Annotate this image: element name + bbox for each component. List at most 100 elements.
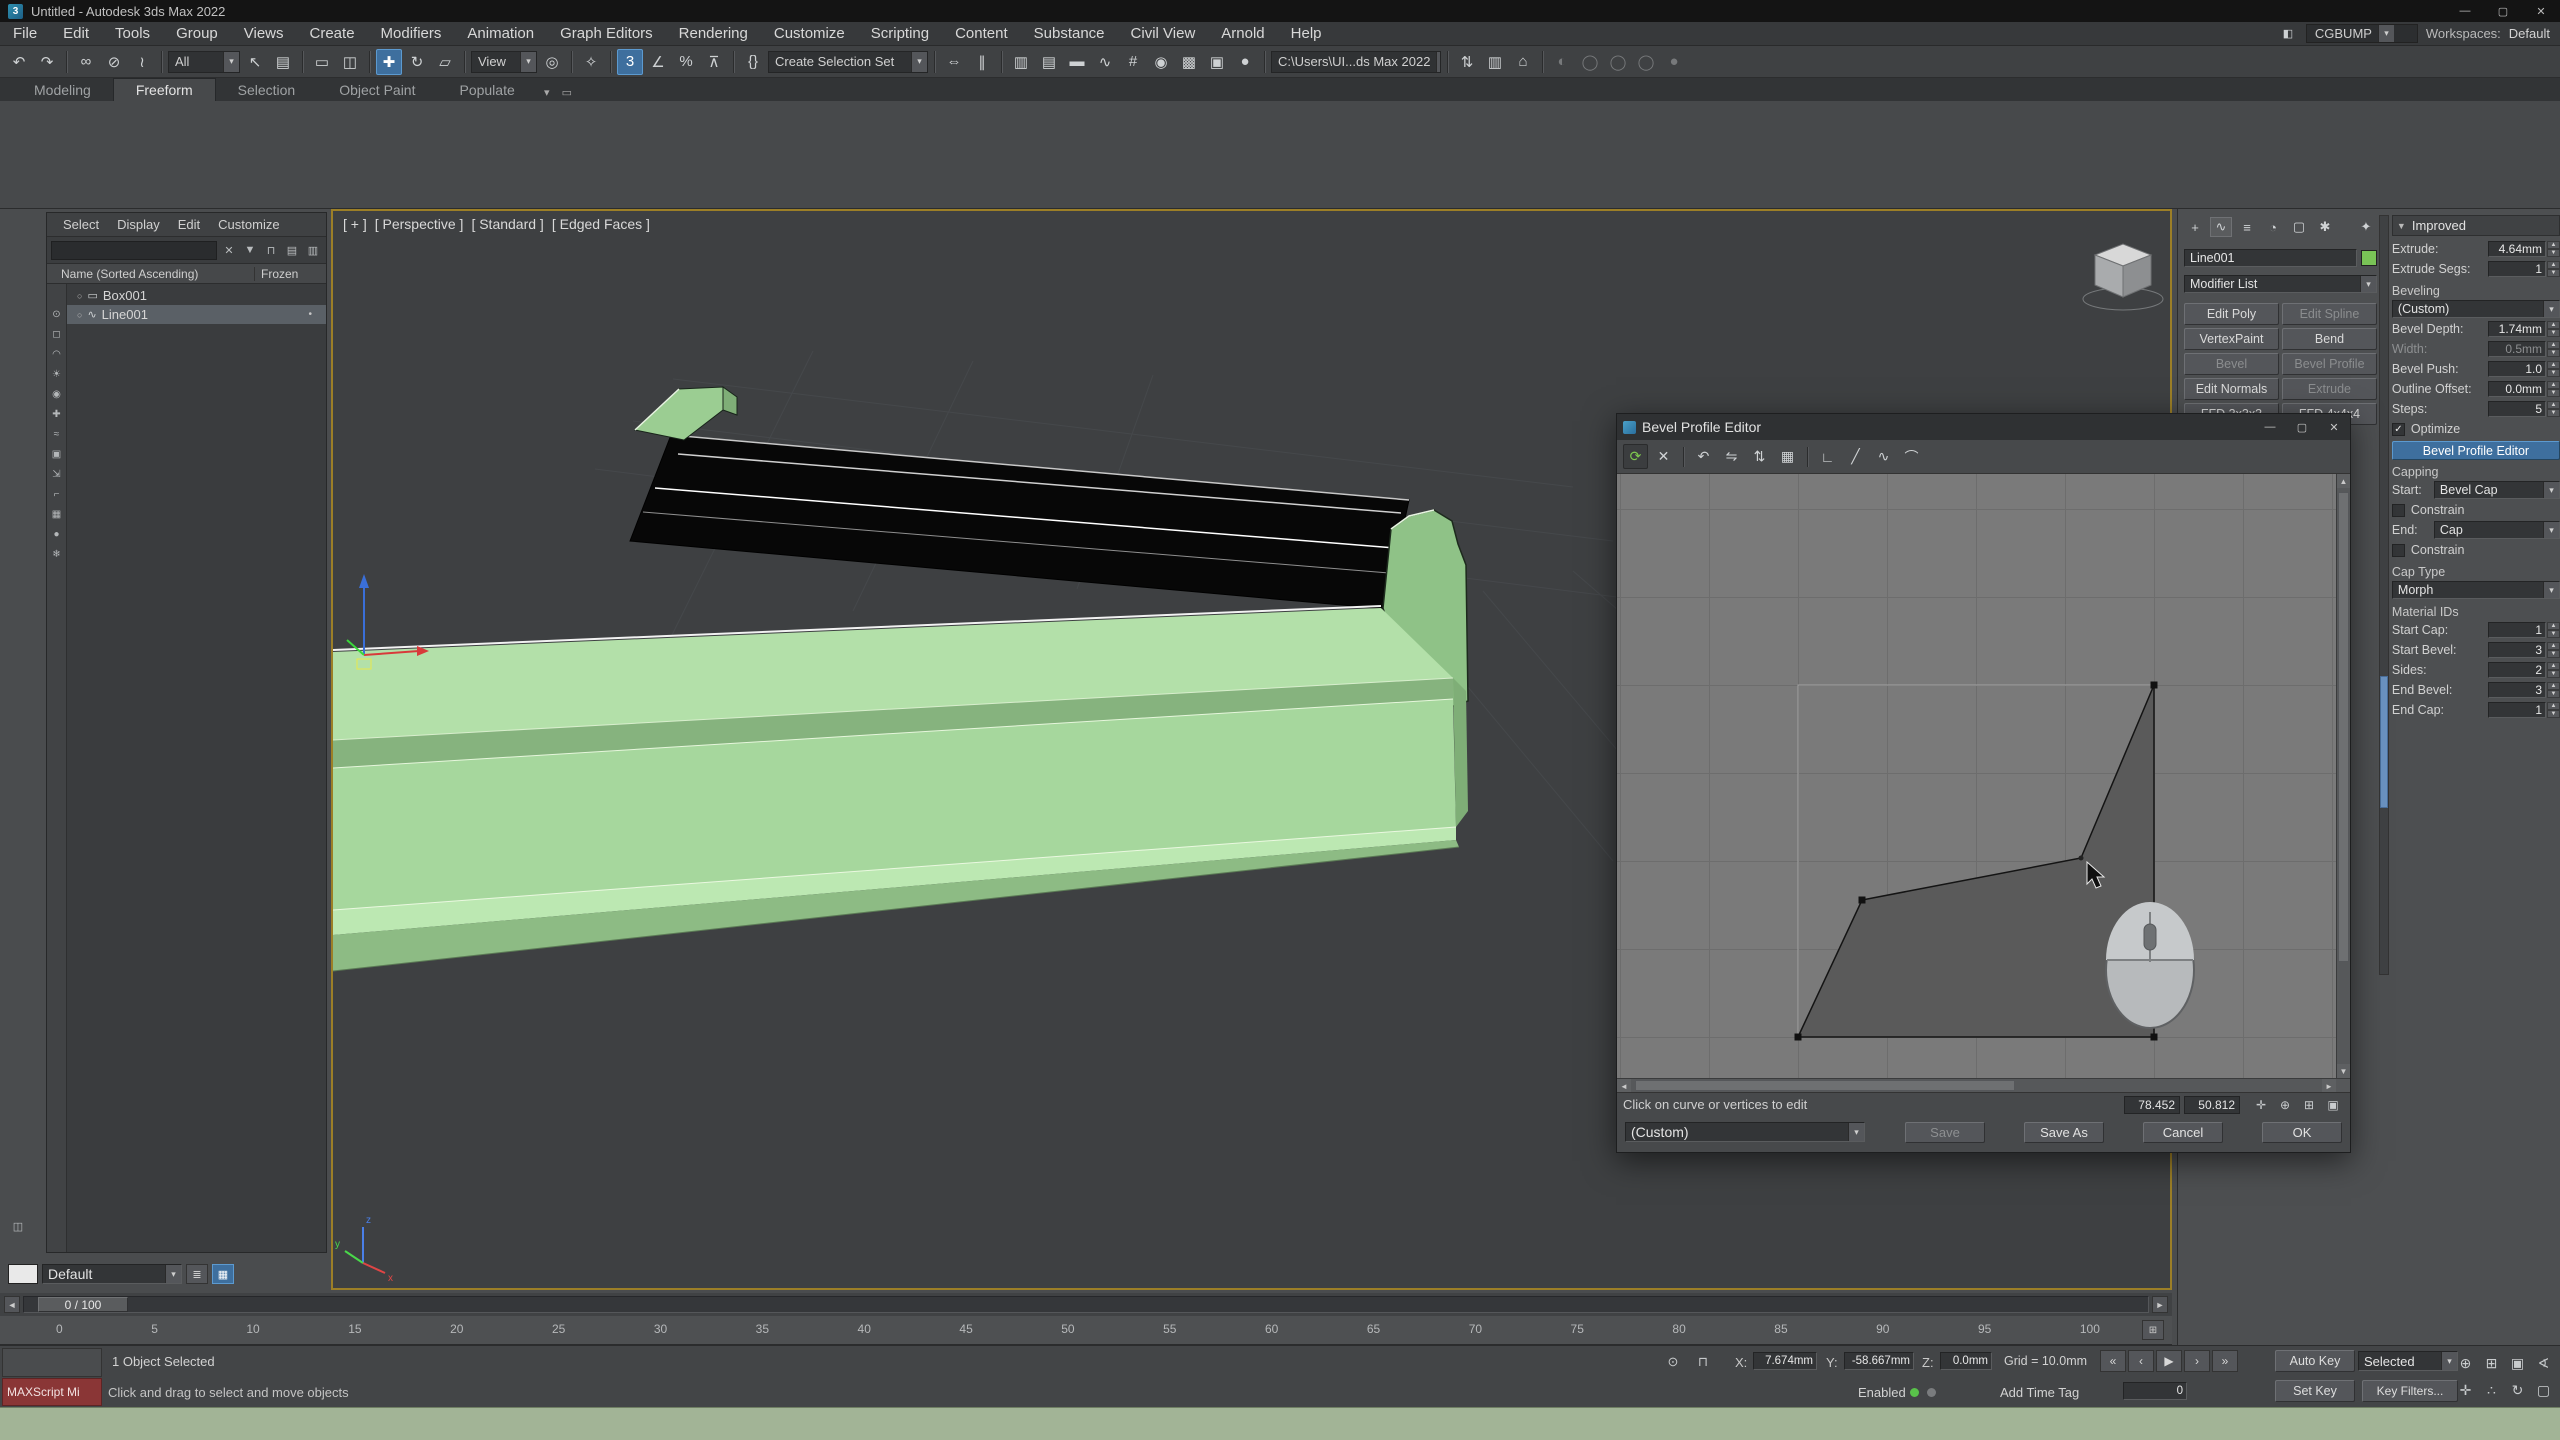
select-object-icon[interactable]: ↖ xyxy=(242,49,268,75)
explorer-menu-display[interactable]: Display xyxy=(109,217,168,232)
canvas-vscrollbar[interactable]: ▲ ▼ xyxy=(2336,474,2350,1078)
param-spinner[interactable]: ▲▼ xyxy=(2547,341,2560,357)
spinner-up-icon[interactable]: ▲ xyxy=(2547,682,2560,690)
ok-button[interactable]: OK xyxy=(2262,1122,2342,1143)
modifier-button-edit-spline[interactable]: Edit Spline xyxy=(2282,303,2377,325)
ribbon-tab-selection[interactable]: Selection xyxy=(216,79,318,101)
menu-modifiers[interactable]: Modifiers xyxy=(368,22,455,45)
bevel-profile-shape[interactable] xyxy=(1798,685,2154,1037)
isolate-selection-icon[interactable]: ⊙ xyxy=(1662,1351,1684,1373)
profile-vertex-handle[interactable] xyxy=(2151,1034,2158,1041)
time-slider-track[interactable]: 0 / 100 xyxy=(23,1296,2149,1313)
command-panel-scrollbar[interactable] xyxy=(2379,215,2389,975)
se-shapes-icon[interactable]: ◠ xyxy=(49,346,65,362)
checkbox-constrain[interactable] xyxy=(2392,544,2405,557)
filter-funnel-icon[interactable]: ▼ xyxy=(241,241,259,259)
lock-icon[interactable]: ⊓ xyxy=(262,241,280,259)
menu-scripting[interactable]: Scripting xyxy=(858,22,942,45)
default-combo[interactable]: Default ▾ xyxy=(42,1264,182,1284)
ribbon-tab-populate[interactable]: Populate xyxy=(437,79,536,101)
explorer-column-headers[interactable]: Name (Sorted Ascending) Frozen xyxy=(47,264,326,284)
render-setup-icon[interactable]: ▩ xyxy=(1176,49,1202,75)
menu-edit[interactable]: Edit xyxy=(50,22,102,45)
viewport-layout-icon[interactable]: ◫ xyxy=(10,1218,26,1234)
toggle-layer-explorer-icon[interactable]: ▤ xyxy=(1036,49,1062,75)
add-time-tag[interactable]: Add Time Tag xyxy=(2000,1385,2079,1400)
mirror-horizontal-icon[interactable]: ⇋ xyxy=(1719,444,1744,469)
project-folder-combo[interactable]: C:\Users\UI...ds Max 2022▾ xyxy=(1271,51,1441,73)
schematic-view-icon[interactable]: # xyxy=(1120,49,1146,75)
ribbon-config-icon[interactable]: ▭ xyxy=(557,83,577,101)
redo-icon[interactable]: ↷ xyxy=(34,49,60,75)
sort-icon[interactable]: ▤ xyxy=(283,241,301,259)
se-spacewarps-icon[interactable]: ≈ xyxy=(49,426,65,442)
asset-tracking-icon[interactable]: ⇅ xyxy=(1454,49,1480,75)
modifier-button-edit-poly[interactable]: Edit Poly xyxy=(2184,303,2279,325)
list-item[interactable]: ○∿Line001• xyxy=(67,305,326,324)
scroll-left-icon[interactable]: ◄ xyxy=(1617,1079,1631,1093)
menu-create[interactable]: Create xyxy=(297,22,368,45)
z-coordinate-field[interactable]: 0.0mm xyxy=(1940,1352,1992,1370)
param-spinner[interactable]: ▲▼ xyxy=(2547,682,2560,698)
trackbar-options-icon[interactable]: ⊞ xyxy=(2142,1320,2164,1340)
dialog-close-button[interactable]: ✕ xyxy=(2318,414,2350,440)
mirror-vertical-icon[interactable]: ⇅ xyxy=(1747,444,1772,469)
zoom-icon[interactable]: ⊕ xyxy=(2453,1350,2478,1376)
scrollbar-thumb[interactable] xyxy=(2380,676,2388,808)
visibility-dot-icon[interactable]: ○ xyxy=(77,310,82,320)
render-production-icon[interactable]: ● xyxy=(1232,49,1258,75)
param-spinner[interactable]: ▲▼ xyxy=(2547,261,2560,277)
profile-vertex-handle[interactable] xyxy=(1859,897,1866,904)
viewport-style-label[interactable]: [ Edged Faces ] xyxy=(552,216,650,232)
material-preview-1-icon[interactable]: ◯ xyxy=(1577,49,1603,75)
menu-group[interactable]: Group xyxy=(163,22,231,45)
dialog-titlebar[interactable]: Bevel Profile Editor — ▢ ✕ xyxy=(1617,414,2350,440)
cancel-button[interactable]: Cancel xyxy=(2143,1122,2223,1143)
material-preview-2-icon[interactable]: ◯ xyxy=(1605,49,1631,75)
menu-content[interactable]: Content xyxy=(942,22,1021,45)
param-value-field[interactable]: 1 xyxy=(2488,622,2546,638)
menu-substance[interactable]: Substance xyxy=(1021,22,1118,45)
corner-point-icon[interactable]: ∟ xyxy=(1815,444,1840,469)
manage-scene-icon[interactable]: ⌂ xyxy=(1510,49,1536,75)
param-value-field[interactable]: 3 xyxy=(2488,682,2546,698)
se-display-all-icon[interactable]: ⊙ xyxy=(49,306,65,322)
ribbon-tab-object-paint[interactable]: Object Paint xyxy=(317,79,437,101)
maximize-button[interactable]: ▢ xyxy=(2484,0,2522,22)
param-value-field[interactable]: 4.64mm xyxy=(2488,241,2546,257)
param-spinner[interactable]: ▲▼ xyxy=(2547,642,2560,658)
select-and-move-icon[interactable]: ✚ xyxy=(376,49,402,75)
ribbon-tab-modeling[interactable]: Modeling xyxy=(12,79,113,101)
toggle-ribbon-icon[interactable]: ▬ xyxy=(1064,49,1090,75)
zoom-extents-icon[interactable]: ▣ xyxy=(2505,1350,2530,1376)
spinner-up-icon[interactable]: ▲ xyxy=(2547,662,2560,670)
color-swatch[interactable] xyxy=(8,1264,38,1284)
param-spinner[interactable]: ▲▼ xyxy=(2547,401,2560,417)
orbit-icon[interactable]: ↻ xyxy=(2505,1377,2530,1403)
param-combo-morph[interactable]: Morph▾ xyxy=(2392,581,2560,599)
menu-customize[interactable]: Customize xyxy=(761,22,858,45)
object-name-field[interactable]: Line001 xyxy=(2184,249,2357,267)
viewcube[interactable] xyxy=(2083,244,2163,310)
time-slider-handle[interactable]: 0 / 100 xyxy=(38,1297,128,1312)
ribbon-collapse-icon[interactable]: ▾ xyxy=(537,83,557,101)
dialog-zoom-icon[interactable]: ⊕ xyxy=(2274,1095,2296,1115)
vscroll-thumb[interactable] xyxy=(2338,492,2349,962)
param-spinner[interactable]: ▲▼ xyxy=(2547,361,2560,377)
checkbox-optimize[interactable]: ✓ xyxy=(2392,423,2405,436)
line-segment-icon[interactable]: ╱ xyxy=(1843,444,1868,469)
key-filters-button[interactable]: Key Filters... xyxy=(2362,1380,2458,1402)
dialog-zoom-region-icon[interactable]: ⊞ xyxy=(2298,1095,2320,1115)
se-xrefs-icon[interactable]: ⇲ xyxy=(49,466,65,482)
spinner-down-icon[interactable]: ▼ xyxy=(2547,349,2560,357)
se-containers-icon[interactable]: ▦ xyxy=(49,506,65,522)
spinner-down-icon[interactable]: ▼ xyxy=(2547,650,2560,658)
modifier-button-bevel[interactable]: Bevel xyxy=(2184,353,2279,375)
save-button[interactable]: Save xyxy=(1905,1122,1985,1143)
menu-views[interactable]: Views xyxy=(231,22,297,45)
undo-profile-icon[interactable]: ↶ xyxy=(1691,444,1716,469)
material-preview-4-icon[interactable]: ● xyxy=(1661,49,1687,75)
rollout-header-improved[interactable]: ▼Improved xyxy=(2392,215,2560,236)
param-value-field[interactable]: 1.74mm xyxy=(2488,321,2546,337)
param-value-field[interactable]: 3 xyxy=(2488,642,2546,658)
